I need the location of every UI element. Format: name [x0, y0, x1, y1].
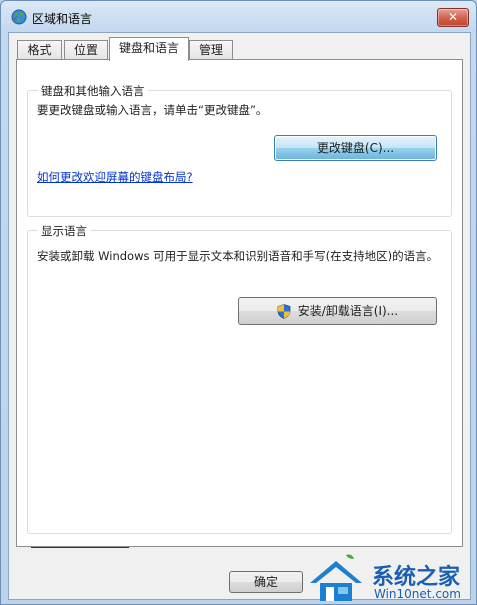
display-language-title: 显示语言 — [38, 223, 90, 239]
tab-label: 格式 — [27, 43, 52, 57]
tab-administrative[interactable]: 管理 — [189, 40, 233, 60]
ok-button-label: 确定 — [253, 575, 278, 589]
change-keyboards-label: 更改键盘(C)... — [316, 141, 395, 155]
watermark: 系统之家 Win10net.com — [306, 551, 476, 604]
install-uninstall-label: 安装/卸载语言(I)... — [297, 304, 399, 318]
display-language-description: 安装或卸载 Windows 可用于显示文本和识别语音和手写(在支持地区)的语言。 — [37, 249, 439, 263]
tab-label: 管理 — [198, 43, 223, 57]
change-keyboards-button[interactable]: 更改键盘(C)... — [274, 135, 437, 161]
tab-formats[interactable]: 格式 — [17, 40, 62, 60]
keyboards-group: 键盘和其他输入语言 要更改键盘或输入语言，请单击“更改键盘”。 更改键盘(C).… — [27, 83, 452, 217]
keyboards-description: 要更改键盘或输入语言，请单击“更改键盘”。 — [37, 103, 268, 117]
close-button[interactable]: ✕ — [437, 8, 469, 27]
close-icon: ✕ — [447, 10, 459, 24]
house-logo-icon — [310, 554, 362, 601]
dialog-client-area: 格式 位置 键盘和语言 管理 键盘和其他输入语言 要更改键盘或输入语言，请单击“… — [8, 32, 471, 600]
keyboard-layout-help-link[interactable]: 如何更改欢迎屏幕的键盘布局? — [37, 169, 193, 185]
display-language-group: 显示语言 安装或卸载 Windows 可用于显示文本和识别语音和手写(在支持地区… — [27, 223, 452, 534]
tab-label: 键盘和语言 — [118, 41, 179, 55]
tab-label: 位置 — [73, 43, 98, 57]
tab-location[interactable]: 位置 — [64, 40, 108, 60]
tab-keyboards-languages[interactable]: 键盘和语言 — [109, 37, 189, 61]
install-uninstall-languages-button[interactable]: 安装/卸载语言(I)... — [238, 297, 437, 325]
globe-icon — [11, 9, 27, 25]
keyboards-group-title: 键盘和其他输入语言 — [38, 83, 148, 99]
region-language-window: 区域和语言 ✕ 格式 位置 键盘和语言 管理 键盘和其他输入语言 要更改键盘或输… — [0, 0, 477, 605]
ok-button[interactable]: 确定 — [229, 571, 303, 593]
watermark-url: Win10net.com — [374, 587, 461, 601]
uac-shield-icon — [277, 304, 291, 319]
title-bar[interactable]: 区域和语言 ✕ — [1, 1, 476, 33]
window-title: 区域和语言 — [32, 12, 93, 26]
tab-panel: 键盘和其他输入语言 要更改键盘或输入语言，请单击“更改键盘”。 更改键盘(C).… — [16, 59, 463, 547]
